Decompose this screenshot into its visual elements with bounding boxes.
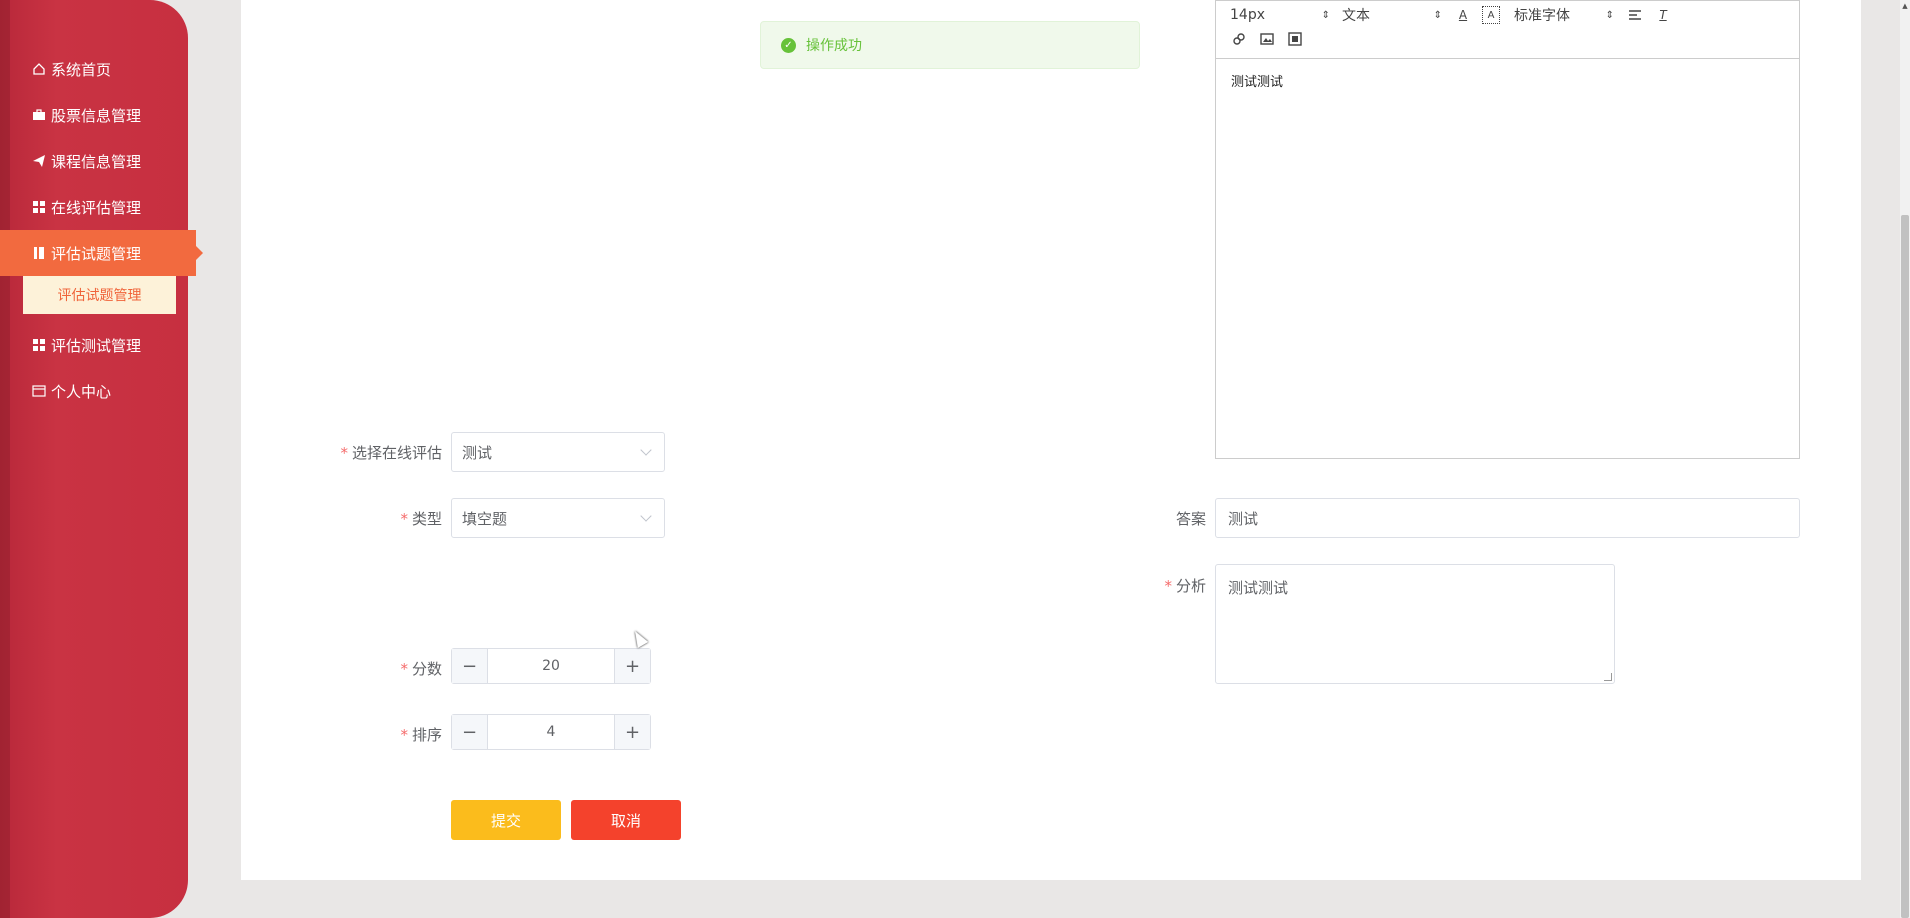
- font-family-value: 标准字体: [1514, 8, 1570, 24]
- sidebar-item-label: 在线评估管理: [51, 198, 142, 217]
- minus-icon[interactable]: −: [452, 715, 488, 749]
- sidebar: 系统首页 股票信息管理 课程信息管理 在线评估管理 评估试题管理 评估试题管理 …: [0, 0, 203, 918]
- answer-label: 答案: [1175, 510, 1206, 528]
- clear-format-icon[interactable]: T: [1654, 6, 1672, 24]
- chevron-down-icon: [640, 509, 652, 522]
- required-asterisk: *: [400, 660, 408, 678]
- sidebar-item-label: 评估试题管理: [51, 244, 142, 263]
- order-label: * 排序: [330, 724, 442, 745]
- home-icon: [32, 62, 46, 76]
- updown-icon: ⇕: [1321, 9, 1330, 21]
- background-color-icon[interactable]: A: [1482, 6, 1500, 24]
- font-size-value: 14px: [1230, 7, 1265, 23]
- sidebar-item-online-assessment[interactable]: 在线评估管理: [0, 184, 200, 230]
- minus-icon[interactable]: −: [452, 649, 488, 683]
- sidebar-item-label: 个人中心: [51, 382, 112, 401]
- resize-handle[interactable]: [1604, 673, 1612, 681]
- briefcase-icon: [32, 108, 46, 122]
- card-icon: [32, 384, 46, 398]
- score-input[interactable]: 20: [488, 649, 614, 683]
- scroll-up-icon[interactable]: ▲: [1901, 2, 1909, 10]
- editor-content[interactable]: 测试测试: [1216, 59, 1799, 102]
- score-label: * 分数: [330, 658, 442, 679]
- updown-icon: ⇕: [1433, 9, 1442, 21]
- order-stepper: − 4 +: [451, 714, 651, 750]
- cancel-button[interactable]: 取消: [571, 800, 681, 840]
- submenu-item-question-management[interactable]: 评估试题管理: [23, 276, 176, 314]
- analysis-value: 测试测试: [1228, 579, 1289, 597]
- order-label-text: 排序: [411, 726, 442, 744]
- video-icon[interactable]: [1286, 30, 1304, 48]
- sidebar-item-question-management[interactable]: 评估试题管理: [0, 230, 203, 276]
- book-icon: [32, 246, 46, 260]
- chevron-down-icon: [640, 443, 652, 456]
- analysis-label-text: 分析: [1175, 577, 1206, 595]
- submit-button[interactable]: 提交: [451, 800, 561, 840]
- sidebar-item-label: 系统首页: [51, 60, 112, 79]
- required-asterisk: *: [340, 444, 348, 462]
- analysis-label: * 分析: [1120, 575, 1206, 596]
- sidebar-item-test-management[interactable]: 评估测试管理: [0, 322, 200, 368]
- page-scrollbar[interactable]: ▲: [1900, 0, 1910, 918]
- font-color-icon[interactable]: A: [1454, 6, 1472, 24]
- success-toast: ✓ 操作成功: [760, 21, 1140, 69]
- paper-plane-icon: [32, 154, 46, 168]
- order-input[interactable]: 4: [488, 715, 614, 749]
- sidebar-item-label: 评估测试管理: [51, 336, 142, 355]
- sidebar-menu: 系统首页 股票信息管理 课程信息管理 在线评估管理 评估试题管理 评估试题管理 …: [0, 46, 203, 414]
- type-label-text: 类型: [411, 510, 442, 528]
- type-select-value: 填空题: [462, 509, 508, 528]
- sidebar-item-label: 股票信息管理: [51, 106, 142, 125]
- grid-icon: [32, 338, 46, 352]
- sidebar-item-home[interactable]: 系统首页: [0, 46, 200, 92]
- sidebar-item-course[interactable]: 课程信息管理: [0, 138, 200, 184]
- scrollbar-thumb[interactable]: [1901, 215, 1909, 918]
- assessment-select-value: 测试: [462, 443, 493, 462]
- image-icon[interactable]: [1258, 30, 1276, 48]
- plus-icon[interactable]: +: [614, 649, 650, 683]
- font-size-select[interactable]: 14px ⇕: [1230, 7, 1330, 23]
- assessment-select[interactable]: 测试: [451, 432, 665, 472]
- align-left-icon[interactable]: [1626, 6, 1644, 24]
- answer-input[interactable]: 测试: [1215, 498, 1800, 538]
- font-family-select[interactable]: 标准字体 ⇕: [1514, 5, 1614, 25]
- required-asterisk: *: [1164, 577, 1172, 595]
- sidebar-item-stock[interactable]: 股票信息管理: [0, 92, 200, 138]
- toast-message: 操作成功: [806, 38, 862, 54]
- check-circle-icon: ✓: [781, 37, 796, 53]
- required-asterisk: *: [400, 510, 408, 528]
- assessment-label: * 选择在线评估: [330, 442, 442, 463]
- grid-icon: [32, 200, 46, 214]
- plus-icon[interactable]: +: [614, 715, 650, 749]
- type-select[interactable]: 填空题: [451, 498, 665, 538]
- text-style-select[interactable]: 文本 ⇕: [1342, 5, 1442, 25]
- score-stepper: − 20 +: [451, 648, 651, 684]
- editor-toolbar: 14px ⇕ 文本 ⇕ A A 标准字体 ⇕ T: [1216, 1, 1799, 59]
- score-label-text: 分数: [411, 660, 442, 678]
- link-icon[interactable]: [1230, 30, 1248, 48]
- required-asterisk: *: [400, 726, 408, 744]
- updown-icon: ⇕: [1605, 9, 1614, 21]
- assessment-label-text: 选择在线评估: [351, 444, 442, 462]
- text-style-value: 文本: [1342, 8, 1370, 24]
- type-label: * 类型: [330, 508, 442, 529]
- sidebar-item-personal-center[interactable]: 个人中心: [0, 368, 200, 414]
- analysis-textarea[interactable]: 测试测试: [1215, 564, 1615, 684]
- rich-text-editor: 14px ⇕ 文本 ⇕ A A 标准字体 ⇕ T 测试测试: [1215, 0, 1800, 459]
- sidebar-item-label: 课程信息管理: [51, 152, 142, 171]
